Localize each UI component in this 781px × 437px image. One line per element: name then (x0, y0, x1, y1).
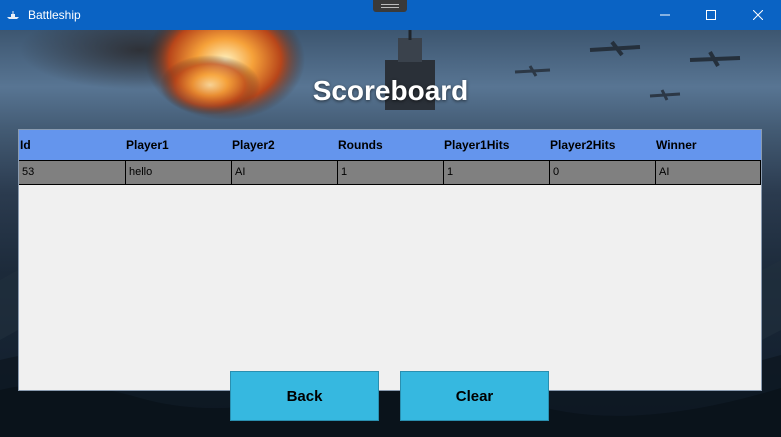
cell-winner: AI (655, 161, 761, 184)
page-title: Scoreboard (312, 75, 469, 106)
clear-button[interactable]: Clear (400, 371, 549, 421)
app-window: Battleship Scoreboard Id Player1 Player2… (0, 0, 781, 437)
column-header-player1[interactable]: Player1 (126, 130, 231, 160)
cell-rounds: 1 (337, 161, 443, 184)
table-row[interactable]: 53 hello AI 1 1 0 AI (19, 160, 761, 185)
column-header-player1hits[interactable]: Player1Hits (444, 130, 549, 160)
column-header-winner[interactable]: Winner (656, 130, 760, 160)
cell-player2: AI (231, 161, 337, 184)
column-header-id[interactable]: Id (20, 130, 125, 160)
window-title: Battleship (28, 8, 81, 22)
cell-id: 53 (22, 166, 35, 178)
close-button[interactable] (735, 0, 781, 30)
battleship-icon (7, 11, 19, 19)
title-bar[interactable]: Battleship (0, 0, 781, 30)
table-header: Id Player1 Player2 Rounds Player1Hits Pl… (19, 130, 761, 160)
drag-handle[interactable] (373, 0, 407, 12)
minimize-button[interactable] (642, 0, 688, 30)
cell-player2hits: 0 (549, 161, 655, 184)
minimize-icon (660, 14, 670, 16)
back-button[interactable]: Back (230, 371, 379, 421)
maximize-icon (706, 10, 716, 20)
column-header-player2[interactable]: Player2 (232, 130, 337, 160)
column-header-player2hits[interactable]: Player2Hits (550, 130, 655, 160)
scoreboard-grid[interactable]: Id Player1 Player2 Rounds Player1Hits Pl… (18, 129, 762, 391)
close-icon (753, 10, 763, 20)
maximize-button[interactable] (688, 0, 734, 30)
column-header-rounds[interactable]: Rounds (338, 130, 443, 160)
background-scene: Scoreboard Id Player1 Player2 Rounds Pla… (0, 30, 781, 437)
cell-player1: hello (125, 161, 231, 184)
cell-player1hits: 1 (443, 161, 549, 184)
